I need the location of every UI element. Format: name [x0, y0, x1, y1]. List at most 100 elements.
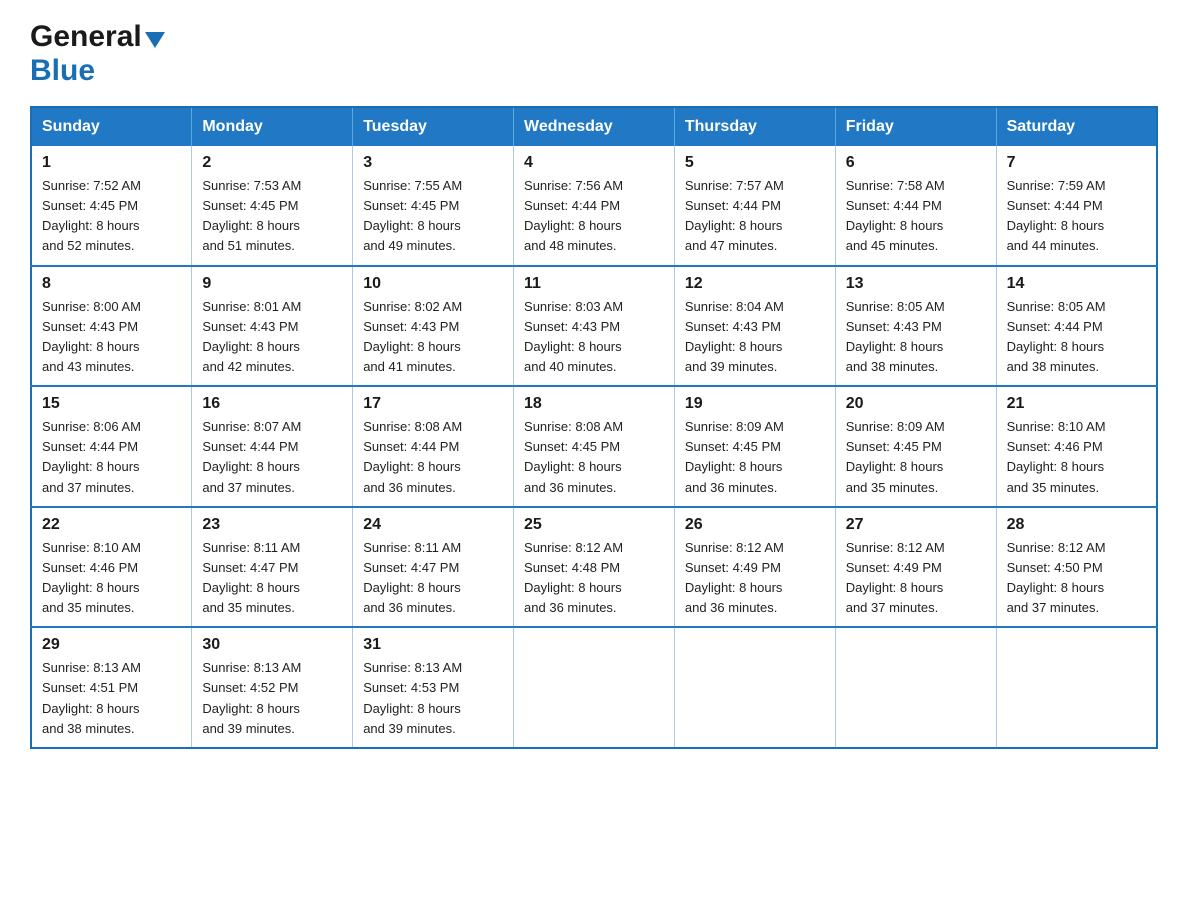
- calendar-day-cell: 1 Sunrise: 7:52 AM Sunset: 4:45 PM Dayli…: [31, 146, 192, 266]
- day-info: Sunrise: 8:06 AM Sunset: 4:44 PM Dayligh…: [42, 417, 181, 498]
- calendar-day-cell: [674, 627, 835, 748]
- logo-blue-text: Blue: [30, 54, 95, 87]
- calendar-week-row: 15 Sunrise: 8:06 AM Sunset: 4:44 PM Dayl…: [31, 386, 1157, 507]
- day-number: 14: [1007, 275, 1146, 293]
- day-number: 20: [846, 395, 986, 413]
- calendar-day-cell: 5 Sunrise: 7:57 AM Sunset: 4:44 PM Dayli…: [674, 146, 835, 266]
- day-info: Sunrise: 8:13 AM Sunset: 4:53 PM Dayligh…: [363, 658, 503, 739]
- page-header: General Blue: [30, 20, 1158, 88]
- day-number: 5: [685, 154, 825, 172]
- day-number: 26: [685, 516, 825, 534]
- calendar-week-row: 22 Sunrise: 8:10 AM Sunset: 4:46 PM Dayl…: [31, 507, 1157, 628]
- day-info: Sunrise: 8:13 AM Sunset: 4:52 PM Dayligh…: [202, 658, 342, 739]
- calendar-table: SundayMondayTuesdayWednesdayThursdayFrid…: [30, 106, 1158, 749]
- day-info: Sunrise: 8:12 AM Sunset: 4:50 PM Dayligh…: [1007, 538, 1146, 619]
- day-number: 3: [363, 154, 503, 172]
- calendar-day-cell: 20 Sunrise: 8:09 AM Sunset: 4:45 PM Dayl…: [835, 386, 996, 507]
- day-of-week-header: Friday: [835, 107, 996, 146]
- calendar-day-cell: 27 Sunrise: 8:12 AM Sunset: 4:49 PM Dayl…: [835, 507, 996, 628]
- day-number: 19: [685, 395, 825, 413]
- day-number: 22: [42, 516, 181, 534]
- calendar-day-cell: 31 Sunrise: 8:13 AM Sunset: 4:53 PM Dayl…: [353, 627, 514, 748]
- calendar-week-row: 29 Sunrise: 8:13 AM Sunset: 4:51 PM Dayl…: [31, 627, 1157, 748]
- day-number: 16: [202, 395, 342, 413]
- day-number: 31: [363, 636, 503, 654]
- day-info: Sunrise: 8:13 AM Sunset: 4:51 PM Dayligh…: [42, 658, 181, 739]
- calendar-day-cell: 24 Sunrise: 8:11 AM Sunset: 4:47 PM Dayl…: [353, 507, 514, 628]
- calendar-day-cell: 3 Sunrise: 7:55 AM Sunset: 4:45 PM Dayli…: [353, 146, 514, 266]
- day-number: 1: [42, 154, 181, 172]
- logo: General Blue: [30, 20, 165, 88]
- logo-general-text: General: [30, 20, 142, 54]
- day-info: Sunrise: 8:07 AM Sunset: 4:44 PM Dayligh…: [202, 417, 342, 498]
- day-number: 15: [42, 395, 181, 413]
- day-number: 28: [1007, 516, 1146, 534]
- calendar-day-cell: 28 Sunrise: 8:12 AM Sunset: 4:50 PM Dayl…: [996, 507, 1157, 628]
- calendar-day-cell: 19 Sunrise: 8:09 AM Sunset: 4:45 PM Dayl…: [674, 386, 835, 507]
- calendar-day-cell: 18 Sunrise: 8:08 AM Sunset: 4:45 PM Dayl…: [514, 386, 675, 507]
- calendar-day-cell: 10 Sunrise: 8:02 AM Sunset: 4:43 PM Dayl…: [353, 266, 514, 387]
- day-info: Sunrise: 8:08 AM Sunset: 4:45 PM Dayligh…: [524, 417, 664, 498]
- calendar-day-cell: 17 Sunrise: 8:08 AM Sunset: 4:44 PM Dayl…: [353, 386, 514, 507]
- day-info: Sunrise: 7:53 AM Sunset: 4:45 PM Dayligh…: [202, 176, 342, 257]
- day-number: 12: [685, 275, 825, 293]
- day-of-week-header: Thursday: [674, 107, 835, 146]
- day-info: Sunrise: 7:59 AM Sunset: 4:44 PM Dayligh…: [1007, 176, 1146, 257]
- day-info: Sunrise: 8:05 AM Sunset: 4:43 PM Dayligh…: [846, 297, 986, 378]
- calendar-week-row: 8 Sunrise: 8:00 AM Sunset: 4:43 PM Dayli…: [31, 266, 1157, 387]
- day-number: 2: [202, 154, 342, 172]
- day-info: Sunrise: 8:12 AM Sunset: 4:49 PM Dayligh…: [685, 538, 825, 619]
- day-info: Sunrise: 8:00 AM Sunset: 4:43 PM Dayligh…: [42, 297, 181, 378]
- day-info: Sunrise: 7:52 AM Sunset: 4:45 PM Dayligh…: [42, 176, 181, 257]
- day-info: Sunrise: 7:55 AM Sunset: 4:45 PM Dayligh…: [363, 176, 503, 257]
- day-info: Sunrise: 8:08 AM Sunset: 4:44 PM Dayligh…: [363, 417, 503, 498]
- calendar-day-cell: 4 Sunrise: 7:56 AM Sunset: 4:44 PM Dayli…: [514, 146, 675, 266]
- day-number: 11: [524, 275, 664, 293]
- calendar-day-cell: [996, 627, 1157, 748]
- day-of-week-header: Tuesday: [353, 107, 514, 146]
- day-number: 27: [846, 516, 986, 534]
- day-info: Sunrise: 7:58 AM Sunset: 4:44 PM Dayligh…: [846, 176, 986, 257]
- day-info: Sunrise: 8:05 AM Sunset: 4:44 PM Dayligh…: [1007, 297, 1146, 378]
- day-info: Sunrise: 8:04 AM Sunset: 4:43 PM Dayligh…: [685, 297, 825, 378]
- day-of-week-header: Sunday: [31, 107, 192, 146]
- day-number: 18: [524, 395, 664, 413]
- day-number: 21: [1007, 395, 1146, 413]
- day-number: 29: [42, 636, 181, 654]
- day-info: Sunrise: 8:11 AM Sunset: 4:47 PM Dayligh…: [202, 538, 342, 619]
- calendar-day-cell: [514, 627, 675, 748]
- calendar-day-cell: 15 Sunrise: 8:06 AM Sunset: 4:44 PM Dayl…: [31, 386, 192, 507]
- day-number: 30: [202, 636, 342, 654]
- day-info: Sunrise: 8:02 AM Sunset: 4:43 PM Dayligh…: [363, 297, 503, 378]
- day-info: Sunrise: 8:09 AM Sunset: 4:45 PM Dayligh…: [685, 417, 825, 498]
- day-of-week-header: Saturday: [996, 107, 1157, 146]
- day-number: 4: [524, 154, 664, 172]
- calendar-day-cell: [835, 627, 996, 748]
- day-of-week-header: Monday: [192, 107, 353, 146]
- calendar-day-cell: 14 Sunrise: 8:05 AM Sunset: 4:44 PM Dayl…: [996, 266, 1157, 387]
- day-number: 6: [846, 154, 986, 172]
- day-number: 25: [524, 516, 664, 534]
- day-number: 8: [42, 275, 181, 293]
- calendar-day-cell: 2 Sunrise: 7:53 AM Sunset: 4:45 PM Dayli…: [192, 146, 353, 266]
- calendar-day-cell: 6 Sunrise: 7:58 AM Sunset: 4:44 PM Dayli…: [835, 146, 996, 266]
- day-number: 24: [363, 516, 503, 534]
- day-info: Sunrise: 8:10 AM Sunset: 4:46 PM Dayligh…: [1007, 417, 1146, 498]
- day-info: Sunrise: 8:12 AM Sunset: 4:49 PM Dayligh…: [846, 538, 986, 619]
- calendar-day-cell: 7 Sunrise: 7:59 AM Sunset: 4:44 PM Dayli…: [996, 146, 1157, 266]
- calendar-week-row: 1 Sunrise: 7:52 AM Sunset: 4:45 PM Dayli…: [31, 146, 1157, 266]
- day-info: Sunrise: 8:01 AM Sunset: 4:43 PM Dayligh…: [202, 297, 342, 378]
- logo-triangle-icon: [145, 32, 165, 48]
- calendar-day-cell: 29 Sunrise: 8:13 AM Sunset: 4:51 PM Dayl…: [31, 627, 192, 748]
- day-info: Sunrise: 8:10 AM Sunset: 4:46 PM Dayligh…: [42, 538, 181, 619]
- day-info: Sunrise: 8:03 AM Sunset: 4:43 PM Dayligh…: [524, 297, 664, 378]
- calendar-day-cell: 8 Sunrise: 8:00 AM Sunset: 4:43 PM Dayli…: [31, 266, 192, 387]
- calendar-header-row: SundayMondayTuesdayWednesdayThursdayFrid…: [31, 107, 1157, 146]
- calendar-day-cell: 16 Sunrise: 8:07 AM Sunset: 4:44 PM Dayl…: [192, 386, 353, 507]
- day-info: Sunrise: 8:09 AM Sunset: 4:45 PM Dayligh…: [846, 417, 986, 498]
- day-of-week-header: Wednesday: [514, 107, 675, 146]
- day-info: Sunrise: 8:11 AM Sunset: 4:47 PM Dayligh…: [363, 538, 503, 619]
- calendar-day-cell: 25 Sunrise: 8:12 AM Sunset: 4:48 PM Dayl…: [514, 507, 675, 628]
- calendar-day-cell: 9 Sunrise: 8:01 AM Sunset: 4:43 PM Dayli…: [192, 266, 353, 387]
- day-number: 7: [1007, 154, 1146, 172]
